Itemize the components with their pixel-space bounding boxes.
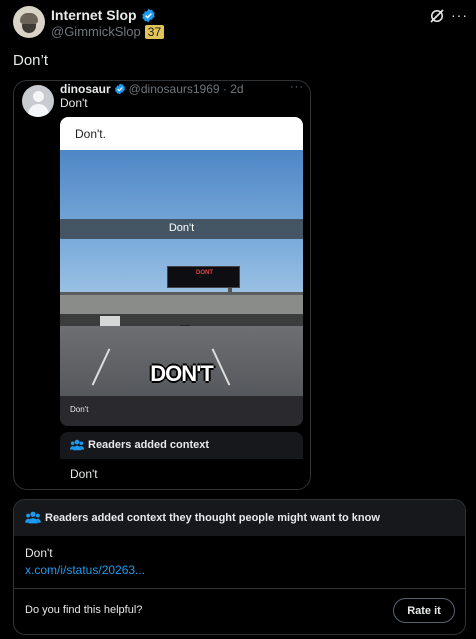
quoted-community-note[interactable]: Readers added context Don't: [60, 432, 303, 489]
quoted-note-header: Readers added context: [60, 432, 303, 459]
quoted-more-icon[interactable]: ···: [290, 81, 304, 93]
highway-sign: DONT: [167, 266, 240, 288]
meme-big-caption: DON'T: [150, 361, 214, 386]
quoted-note-body: Don't: [70, 467, 98, 481]
quoted-display-name[interactable]: dinosaur: [60, 82, 111, 96]
quoted-author-avatar[interactable]: [22, 85, 54, 117]
overpass-rail: [60, 292, 303, 295]
meme-top-panel: Don't.: [60, 117, 303, 150]
community-note-link[interactable]: x.com/i/status/20263...: [25, 563, 145, 577]
author-handle-row: @GimmickSlop 37: [51, 24, 165, 39]
community-note-header: Readers added context they thought peopl…: [14, 500, 465, 536]
author-handle[interactable]: @GimmickSlop: [51, 24, 141, 39]
sign-text: DONT: [196, 270, 213, 276]
author-display-name[interactable]: Internet Slop: [51, 7, 137, 23]
avatar-bowl: [22, 24, 36, 33]
community-note-body: Don't: [25, 546, 53, 560]
rate-it-button[interactable]: Rate it: [393, 598, 455, 623]
meme-banner: Don't: [60, 219, 303, 239]
avatar-body: [28, 104, 49, 117]
author-name-row: Internet Slop: [51, 7, 156, 23]
post-text: Don’t: [13, 52, 49, 69]
verified-badge-icon: [114, 83, 125, 95]
quoted-post[interactable]: dinosaur @dinosaurs1969 · 2d ··· Don't D…: [13, 80, 311, 490]
grok-icon[interactable]: [428, 7, 446, 25]
divider: [14, 588, 465, 589]
overpass: [60, 292, 303, 314]
avatar-head: [33, 91, 44, 102]
people-icon: [25, 511, 41, 524]
handle-badge: 37: [144, 24, 165, 39]
community-note-title: Readers added context they thought peopl…: [45, 512, 380, 524]
author-avatar[interactable]: [13, 6, 45, 38]
quoted-note-title: Readers added context: [88, 439, 210, 451]
meme-bottom-panel: Don't: [60, 396, 303, 426]
meme-top-caption: Don't.: [75, 127, 106, 141]
quoted-author-row: dinosaur @dinosaurs1969 · 2d: [60, 82, 244, 96]
quoted-handle-time[interactable]: @dinosaurs1969 · 2d: [129, 82, 244, 96]
verified-badge-icon: [141, 8, 155, 22]
meme-image[interactable]: Don't. Don't DONT DON'T Don't: [60, 117, 303, 426]
meme-bottom-caption: Don't: [70, 405, 89, 414]
people-icon: [70, 439, 84, 451]
quoted-text: Don't: [60, 96, 88, 110]
meme-banner-caption: Don't: [168, 222, 195, 234]
community-note: Readers added context they thought peopl…: [13, 499, 466, 635]
helpful-prompt: Do you find this helpful?: [25, 604, 143, 616]
post-view: Internet Slop @GimmickSlop 37 ··· Don’t …: [0, 0, 476, 639]
more-options-icon[interactable]: ···: [451, 7, 468, 23]
avatar-face: [20, 13, 38, 24]
